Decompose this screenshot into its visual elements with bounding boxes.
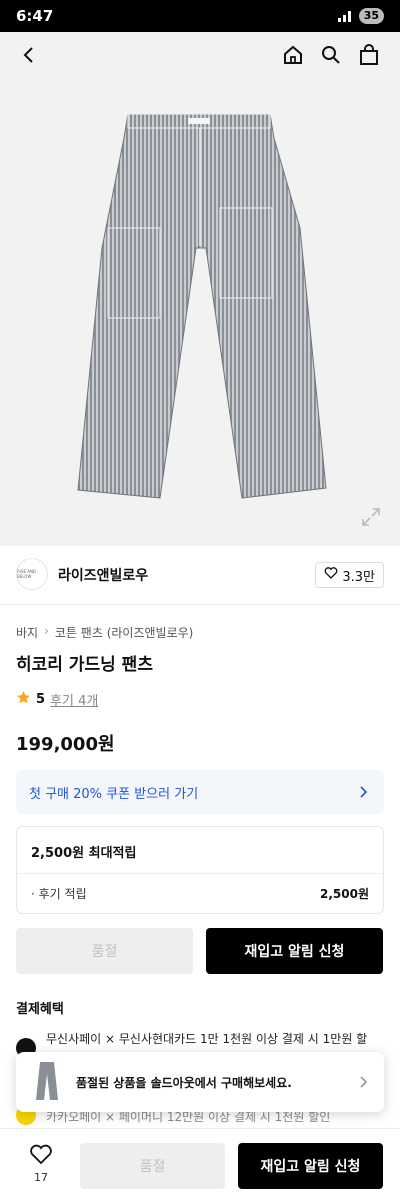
search-icon[interactable] [318, 42, 344, 68]
status-time: 6:47 [16, 7, 54, 25]
brand-name[interactable]: 라이즈앤빌로우 [58, 565, 148, 585]
review-points-value: 2,500원 [320, 887, 369, 901]
expand-icon[interactable] [358, 504, 384, 530]
star-icon [16, 690, 31, 709]
soldout-button: 품절 [16, 928, 193, 974]
coupon-banner[interactable]: 첫 구매 20% 쿠폰 받으러 가기 [16, 770, 384, 814]
bottom-soldout-button: 품절 [80, 1143, 225, 1189]
like-button[interactable]: 17 [26, 1143, 56, 1184]
divider [17, 873, 383, 874]
benefit-item: 무신사페이 × 무신사현대카드 1만 1천원 이상 결제 시 1만원 할 [46, 1032, 368, 1046]
brand-row[interactable]: RISE AND BELOW 라이즈앤빌로우 3.3만 [16, 556, 384, 596]
points-max: 2,500원 최대적립 [31, 846, 137, 861]
chevron-right-icon: › [44, 624, 49, 638]
shopping-bag-icon[interactable] [356, 42, 382, 68]
heart-icon [29, 1144, 53, 1169]
status-bar: 6:47 35 [0, 0, 400, 32]
pants-illustration [77, 113, 327, 499]
chevron-right-icon [356, 1074, 370, 1093]
payment-benefits-title: 결제혜택 [16, 1002, 64, 1017]
breadcrumb-item[interactable]: 바지 [16, 624, 38, 641]
breadcrumb-item[interactable]: 코튼 팬츠 (라이즈앤빌로우) [55, 624, 193, 641]
home-icon[interactable] [280, 42, 306, 68]
toast-text: 품절된 상품을 솔드아웃에서 구매해보세요. [76, 1076, 292, 1090]
review-count-link[interactable]: 후기 4개 [50, 690, 98, 709]
product-thumbnail [30, 1060, 64, 1104]
product-title: 히코리 가드닝 팬츠 [16, 655, 153, 675]
like-count: 17 [34, 1171, 48, 1184]
product-price: 199,000원 [16, 734, 115, 755]
top-navigation [0, 32, 400, 78]
product-image[interactable] [0, 78, 400, 546]
heart-icon [324, 566, 338, 584]
back-icon[interactable] [16, 42, 42, 68]
divider [0, 604, 400, 605]
brand-like-button[interactable]: 3.3만 [315, 562, 384, 588]
breadcrumb: 바지 › 코튼 팬츠 (라이즈앤빌로우) [16, 624, 193, 641]
battery-indicator: 35 [358, 8, 384, 24]
brand-logo[interactable]: RISE AND BELOW [16, 558, 48, 590]
rating-row: 5 후기 4개 [16, 690, 98, 709]
coupon-text: 첫 구매 20% 쿠폰 받으러 가기 [29, 787, 199, 802]
restock-alert-button[interactable]: 재입고 알림 신청 [206, 928, 383, 974]
rating-score: 5 [36, 692, 46, 707]
chevron-right-icon [356, 784, 370, 803]
status-icons: 35 [337, 8, 384, 24]
signal-icon [337, 10, 353, 22]
bottom-action-bar: 17 품절 재입고 알림 신청 [0, 1128, 400, 1200]
review-points-label: · 후기 적립 [31, 887, 87, 901]
points-box: 2,500원 최대적립 · 후기 적립 2,500원 [16, 826, 384, 914]
bottom-restock-alert-button[interactable]: 재입고 알림 신청 [238, 1143, 383, 1189]
brand-logo-text: RISE AND BELOW [17, 569, 37, 579]
brand-like-count: 3.3만 [342, 569, 375, 585]
soldout-toast[interactable]: 품절된 상품을 솔드아웃에서 구매해보세요. [16, 1052, 384, 1112]
